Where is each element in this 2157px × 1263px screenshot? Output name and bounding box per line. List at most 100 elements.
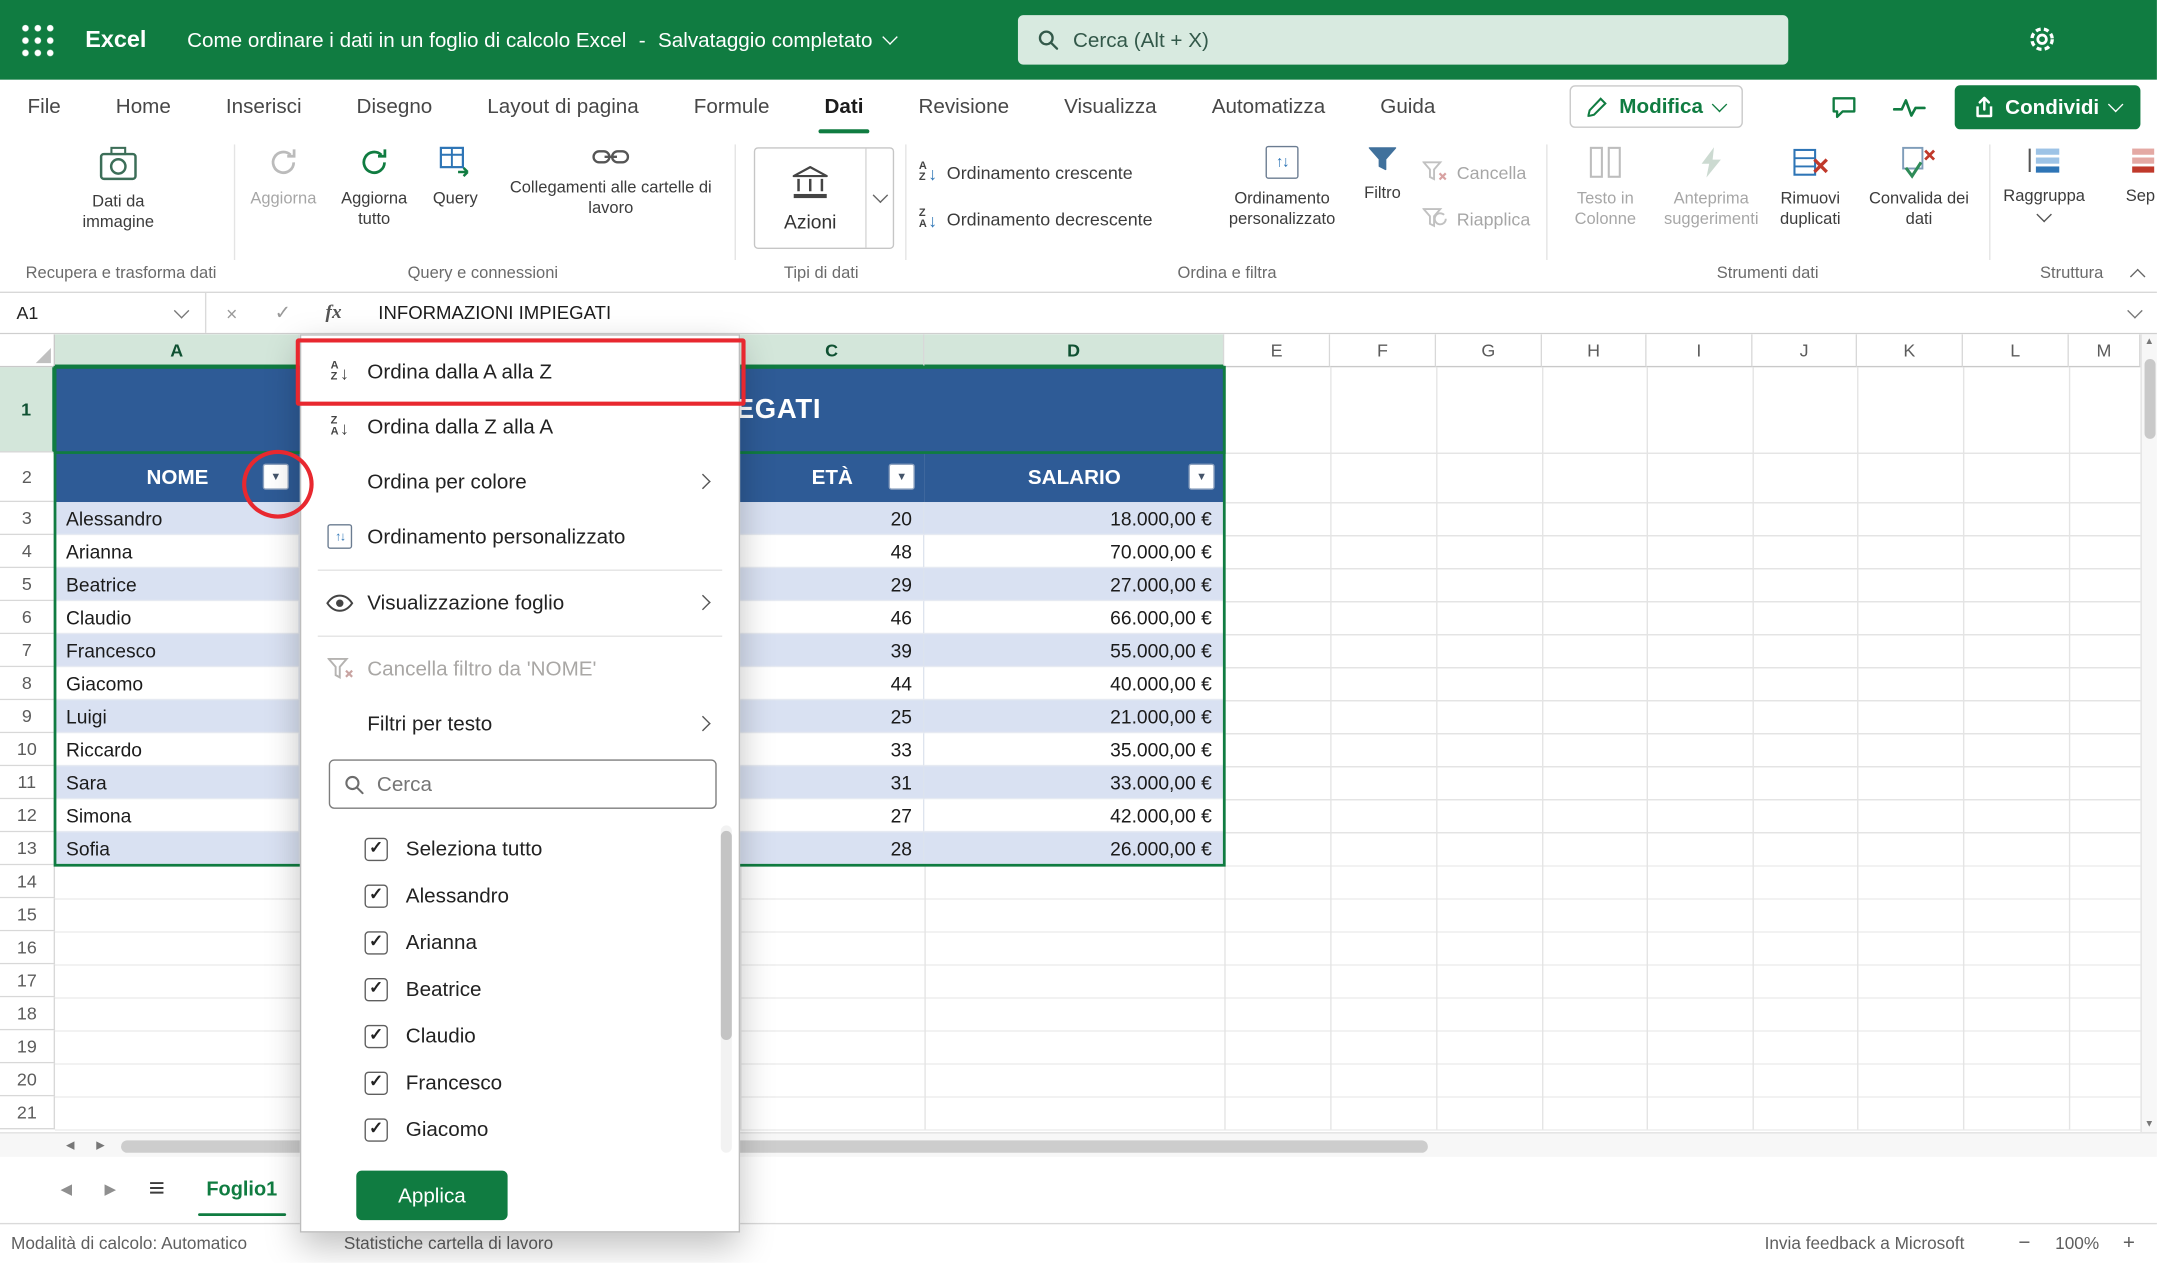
cell-nome[interactable]: Claudio [55,601,300,634]
activity-button[interactable] [1885,87,1935,128]
ribbon-ordinamento-decrescente-button[interactable]: ZA ↓ Ordinamento decrescente [919,199,1153,238]
checked-checkbox-icon[interactable]: ✓ [365,1071,388,1094]
cell-eta[interactable]: 28 [740,832,924,865]
tab-file[interactable]: File [0,80,88,134]
cell-salario[interactable]: 18.000,00 € [924,502,1224,535]
checked-checkbox-icon[interactable]: ✓ [365,837,388,860]
menu-item-text-filters[interactable]: Filtri per testo [301,696,738,751]
zoom-level[interactable]: 100% [2055,1224,2099,1263]
comments-button[interactable] [1819,87,1869,128]
row-header-1[interactable]: 1 [0,367,55,452]
column-header-C[interactable]: C [740,334,924,367]
apply-filter-button[interactable]: Applica [356,1171,507,1221]
row-header-20[interactable]: 20 [0,1063,55,1096]
tab-disegno[interactable]: Disegno [329,80,460,134]
row-header-11[interactable]: 11 [0,766,55,799]
cell-salario[interactable]: 26.000,00 € [924,832,1224,865]
cell-eta[interactable]: 29 [740,568,924,601]
cell-nome[interactable]: Riccardo [55,733,300,766]
zoom-out-icon[interactable]: − [2018,1224,2030,1263]
cell-salario[interactable]: 70.000,00 € [924,535,1224,568]
sheet-list-icon[interactable]: ≡ [149,1157,165,1223]
cell-nome[interactable]: Sofia [55,832,300,865]
row-header-15[interactable]: 15 [0,898,55,931]
save-status[interactable]: Salvataggio completato [658,28,873,51]
checkbox-name[interactable]: ✓ Beatrice [301,966,738,1013]
checkbox-name[interactable]: ✓ Giacomo [301,1106,738,1153]
collapse-ribbon-icon[interactable] [2130,269,2146,285]
document-title[interactable]: Come ordinare i dati in un foglio di cal… [187,0,896,80]
next-sheet-icon[interactable]: ▶ [105,1157,117,1223]
prev-sheet-icon[interactable]: ◀ [61,1157,73,1223]
row-header-8[interactable]: 8 [0,667,55,700]
cell-salario[interactable]: 35.000,00 € [924,733,1224,766]
row-header-4[interactable]: 4 [0,535,55,568]
tab-dati[interactable]: Dati [797,80,891,134]
row-header-21[interactable]: 21 [0,1096,55,1129]
cell-salario[interactable]: 55.000,00 € [924,634,1224,667]
column-header-F[interactable]: F [1330,334,1436,367]
checked-checkbox-icon[interactable]: ✓ [365,1024,388,1047]
zoom-in-icon[interactable]: + [2123,1224,2135,1263]
cell-nome[interactable]: Simona [55,799,300,832]
menu-item-sort-z-to-a[interactable]: ZA↓ Ordina dalla Z alla A [301,399,738,454]
global-search-box[interactable] [1018,15,1788,65]
row-header-19[interactable]: 19 [0,1030,55,1063]
tab-home[interactable]: Home [88,80,198,134]
cell-salario[interactable]: 33.000,00 € [924,766,1224,799]
tab-guida[interactable]: Guida [1353,80,1463,134]
calc-mode-status[interactable]: Modalità di calcolo: Automatico [11,1224,247,1263]
checked-checkbox-icon[interactable]: ✓ [365,1118,388,1141]
filter-list-scroll-thumb[interactable] [721,831,732,1040]
settings-gear-icon[interactable] [2026,23,2058,55]
menu-item-custom-sort[interactable]: ↑↓ Ordinamento personalizzato [301,509,738,564]
tab-layout-di-pagina[interactable]: Layout di pagina [460,80,666,134]
formula-bar-value[interactable]: INFORMAZIONI IMPIEGATI [378,303,611,324]
ribbon-dati-da-immagine-button[interactable]: Dati da immagine [22,146,215,253]
select-all-corner[interactable] [0,334,55,367]
row-header-18[interactable]: 18 [0,997,55,1030]
row-header-5[interactable]: 5 [0,568,55,601]
sheet-tab-foglio1[interactable]: Foglio1 [184,1157,299,1223]
cell-nome[interactable]: Arianna [55,535,300,568]
menu-item-sheet-view[interactable]: Visualizzazione foglio [301,575,738,630]
ribbon-filtro-button[interactable]: Filtro [1351,146,1414,253]
cell-eta[interactable]: 20 [740,502,924,535]
tab-automatizza[interactable]: Automatizza [1184,80,1353,134]
scroll-up-icon[interactable]: ▲ [2145,337,2155,347]
confirm-entry-icon[interactable]: ✓ [257,301,308,324]
ribbon-separa-button[interactable]: Sep [2102,146,2157,253]
cell-eta[interactable]: 31 [740,766,924,799]
row-header-16[interactable]: 16 [0,931,55,964]
cell-eta[interactable]: 25 [740,700,924,733]
row-header-12[interactable]: 12 [0,799,55,832]
row-header-2[interactable]: 2 [0,453,55,503]
checkbox-name[interactable]: ✓ Arianna [301,919,738,966]
name-box[interactable]: A1 [0,293,206,333]
column-header-D[interactable]: D [924,334,1224,367]
cell-salario[interactable]: 21.000,00 € [924,700,1224,733]
checkbox-name[interactable]: ✓ Alessandro [301,872,738,919]
row-header-7[interactable]: 7 [0,634,55,667]
cell-eta[interactable]: 39 [740,634,924,667]
column-header-E[interactable]: E [1224,334,1330,367]
azioni-main[interactable]: Azioni [755,149,865,248]
checkbox-name[interactable]: ✓ Claudio [301,1012,738,1059]
share-button[interactable]: Condividi [1954,85,2140,129]
cell-nome[interactable]: Luigi [55,700,300,733]
cell-eta[interactable]: 27 [740,799,924,832]
ribbon-rimuovi-duplicati-button[interactable]: Rimuovi duplicati [1766,146,1854,253]
ribbon-convalida-dati-button[interactable]: Convalida dei dati [1857,146,1981,253]
row-header-17[interactable]: 17 [0,964,55,997]
filter-search-input[interactable] [377,772,702,795]
cell-nome[interactable]: Alessandro [55,502,300,535]
ribbon-ordinamento-crescente-button[interactable]: AZ ↓ Ordinamento crescente [919,153,1133,192]
checked-checkbox-icon[interactable]: ✓ [365,884,388,907]
ribbon-aggiorna-tutto-button[interactable]: Aggiorna tutto [330,146,418,253]
vertical-scrollbar[interactable]: ▲ ▼ [2140,334,2157,1132]
ribbon-query-button[interactable]: Query [424,146,487,253]
cancel-entry-icon[interactable]: × [206,302,257,324]
cell-nome[interactable]: Giacomo [55,667,300,700]
column-header-H[interactable]: H [1542,334,1647,367]
eta-filter-button[interactable]: ▼ [889,464,915,490]
